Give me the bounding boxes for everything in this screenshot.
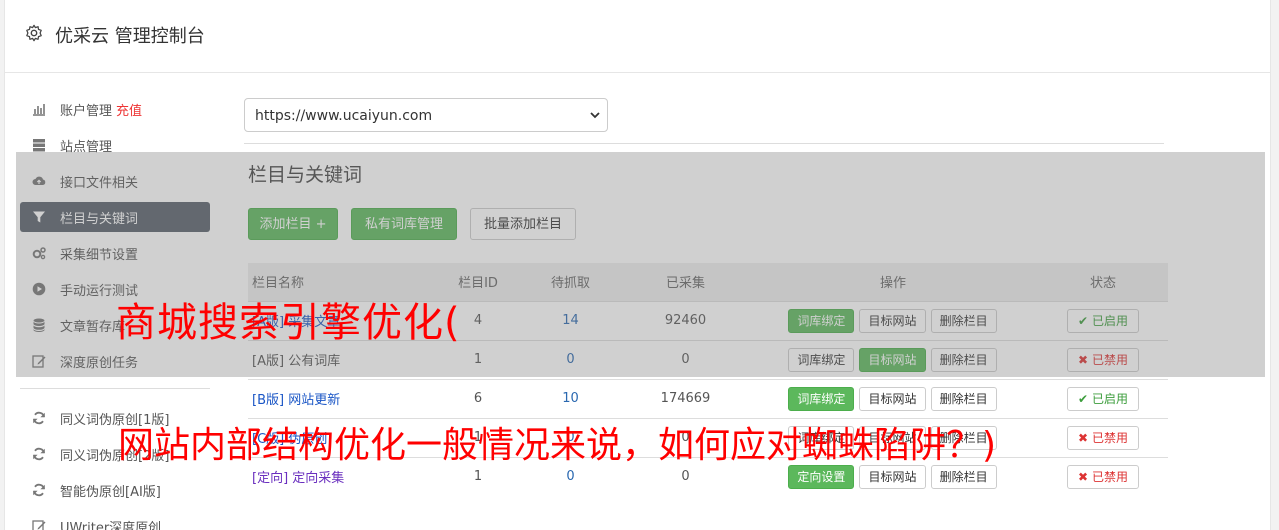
pending-count[interactable]: 14 [518, 300, 623, 340]
col-header-status: 状态 [1038, 263, 1168, 301]
target-site-button[interactable]: 目标网站 [859, 308, 926, 333]
close-icon: ✖ [1078, 469, 1089, 484]
collected-count: 174669 [623, 378, 748, 418]
sidebar-item-account[interactable]: 账户管理 充值 [20, 94, 210, 124]
recharge-link[interactable]: 充值 [116, 104, 142, 119]
col-header-ops: 操作 [748, 263, 1038, 301]
sidebar-item-label: 接口文件相关 [60, 176, 139, 191]
bind-lib-button[interactable]: 词库绑定 [788, 308, 855, 333]
header: 优采云 管理控制台 [5, 0, 1270, 73]
directed-settings-button[interactable]: 定向设置 [788, 464, 855, 489]
status-badge[interactable]: ✖ 已禁用 [1067, 347, 1139, 372]
edit-icon [32, 355, 46, 368]
pending-count[interactable]: 0 [518, 339, 623, 379]
delete-column-button[interactable]: 删除栏目 [930, 308, 997, 333]
sidebar-item-collect-settings[interactable]: 采集细节设置 [20, 238, 210, 268]
target-site-button[interactable]: 目标网站 [859, 386, 926, 411]
delete-column-button[interactable]: 删除栏目 [930, 386, 997, 411]
sidebar-item-label: 栏目与关键词 [60, 212, 139, 227]
collected-count: 92460 [623, 300, 748, 340]
status-badge[interactable]: ✔ 已启用 [1067, 308, 1139, 333]
site-select-value: https://www.ucaiyun.com [255, 108, 433, 124]
target-site-button[interactable]: 目标网站 [859, 347, 926, 372]
batch-add-button[interactable]: 批量添加栏目 [470, 208, 576, 240]
column-name: 公有词库 [288, 354, 341, 369]
edit-icon [32, 520, 46, 530]
sidebar-item-deep-original[interactable]: 深度原创任务 [20, 346, 210, 376]
refresh-icon [33, 483, 45, 497]
gear-icon [26, 24, 42, 42]
version-tag: [定向] [252, 471, 289, 487]
sidebar-item-sites[interactable]: 站点管理 [20, 130, 210, 160]
section-title: 栏目与关键词 [248, 164, 363, 186]
target-site-button[interactable]: 目标网站 [859, 464, 926, 489]
column-name[interactable]: 网站更新 [288, 393, 340, 408]
play-circle-icon [32, 282, 46, 296]
page-title: 优采云 管理控制台 [55, 26, 205, 47]
add-column-button[interactable]: 添加栏目 + [248, 208, 338, 240]
sidebar-item-label: 采集细节设置 [60, 248, 139, 263]
status-badge[interactable]: ✖ 已禁用 [1067, 464, 1139, 489]
column-name[interactable]: 定向采集 [292, 471, 344, 486]
close-icon: ✖ [1078, 430, 1089, 445]
col-header-pending: 待抓取 [518, 263, 623, 301]
bar-chart-icon [33, 104, 45, 116]
site-select[interactable]: https://www.ucaiyun.com [244, 98, 608, 132]
bind-lib-button[interactable]: 词库绑定 [788, 347, 855, 372]
pending-count[interactable]: 10 [518, 378, 623, 418]
bind-lib-button[interactable]: 词库绑定 [788, 386, 855, 411]
database-icon [33, 318, 45, 332]
status-badge[interactable]: ✖ 已禁用 [1067, 425, 1139, 450]
sidebar-item-label: 智能伪原创[AI版] [60, 485, 161, 500]
server-icon [33, 139, 45, 152]
sidebar-item-columns-keywords[interactable]: 栏目与关键词 [20, 202, 210, 232]
refresh-icon [33, 447, 45, 461]
collected-count: 0 [623, 339, 748, 379]
col-header-collected: 已采集 [623, 263, 748, 301]
sidebar-item-ai-original[interactable]: 智能伪原创[AI版] [20, 475, 210, 505]
gears-icon [32, 247, 46, 260]
refresh-icon [33, 411, 45, 425]
watermark-line-1: 商城搜索引擎优化( [116, 300, 461, 346]
delete-column-button[interactable]: 删除栏目 [930, 347, 997, 372]
filter-icon [33, 211, 45, 223]
sidebar-item-uwriter[interactable]: UWriter深度原创 [20, 511, 210, 530]
version-tag: [A版] [252, 354, 285, 369]
delete-column-button[interactable]: 删除栏目 [930, 464, 997, 489]
divider [244, 143, 1164, 144]
sidebar-divider [20, 388, 210, 389]
private-lib-button[interactable]: 私有词库管理 [351, 208, 457, 240]
sidebar-item-interface-files[interactable]: 接口文件相关 [20, 166, 210, 196]
sidebar-item-label: 深度原创任务 [60, 356, 139, 371]
column-id: 6 [438, 378, 518, 418]
table-row: [B版] 网站更新 6 10 174669 词库绑定 目标网站 删除栏目 ✔ 已… [248, 378, 1168, 418]
chevron-down-icon [590, 112, 600, 119]
status-badge[interactable]: ✔ 已启用 [1067, 386, 1139, 411]
cloud-upload-icon [32, 176, 46, 185]
watermark-line-2: 网站内部结构优化一般情况来说，如何应对蜘蛛陷阱？) [118, 425, 997, 466]
sidebar-item-label: 账户管理 [60, 104, 113, 119]
check-icon: ✔ [1078, 391, 1089, 406]
close-icon: ✖ [1078, 352, 1089, 367]
sidebar-item-label: 站点管理 [60, 140, 113, 155]
version-tag: [B版] [252, 393, 285, 408]
sidebar-item-label: UWriter深度原创 [60, 521, 162, 530]
check-icon: ✔ [1078, 313, 1089, 328]
